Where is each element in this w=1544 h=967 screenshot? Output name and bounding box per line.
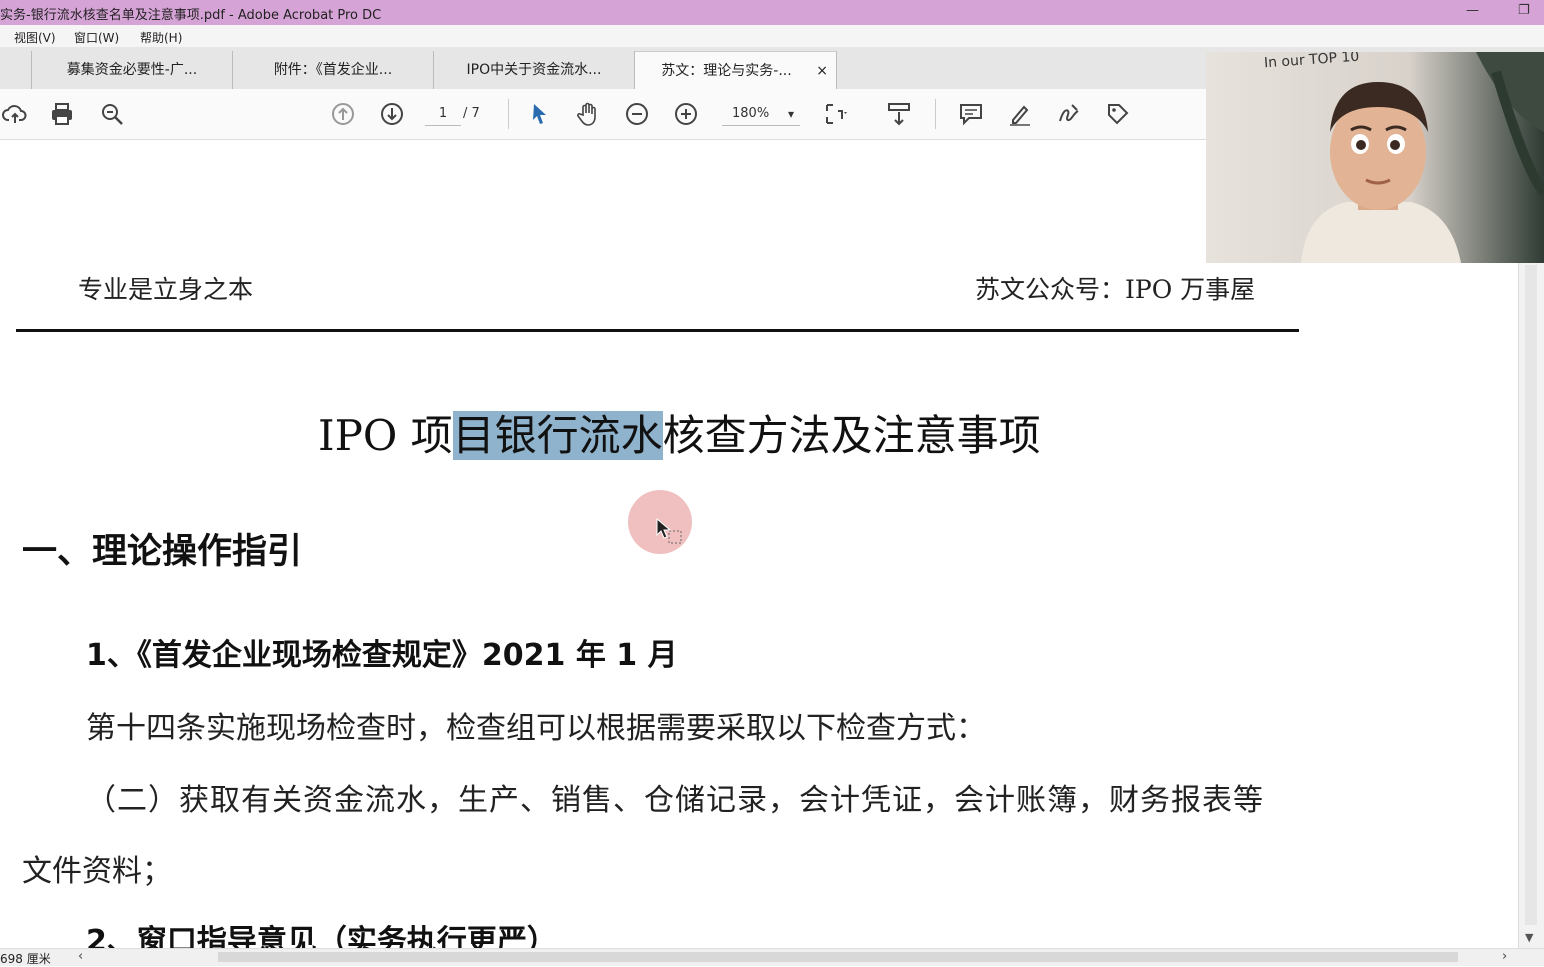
tab-label: IPO中关于资金流水... xyxy=(466,62,602,78)
tab-document-1[interactable]: 募集资金必要性-广... xyxy=(32,51,233,89)
page-header-left: 专业是立身之本 xyxy=(78,275,254,304)
select-arrow-icon[interactable] xyxy=(527,101,553,127)
presenter-avatar-image xyxy=(1301,52,1544,263)
horizontal-scrollbar-thumb[interactable] xyxy=(218,952,1458,962)
toolbar-divider xyxy=(508,99,509,129)
zoom-value: 180% xyxy=(732,106,770,121)
minimize-button[interactable]: — xyxy=(1466,3,1479,18)
item-heading-2: 2、窗口指导意见（实务执行更严） xyxy=(86,924,557,948)
page-total: / 7 xyxy=(463,106,480,121)
window-titlebar: 实务-银行流水核查名单及注意事项.pdf - Adobe Acrobat Pro… xyxy=(0,0,1544,25)
menu-window[interactable]: 窗口(W) xyxy=(74,29,119,46)
chevron-down-icon[interactable]: ▼ xyxy=(1525,931,1533,944)
prev-page-icon[interactable] xyxy=(330,101,356,127)
tab-close-icon[interactable]: × xyxy=(816,52,828,90)
tab-label: 苏文：理论与实务-... xyxy=(661,63,792,79)
menu-view[interactable]: 视图(V) xyxy=(14,29,56,46)
tab-document-4-active[interactable]: 苏文：理论与实务-... × xyxy=(635,51,837,89)
title-text-start: IPO 项 xyxy=(318,411,453,460)
header-rule xyxy=(16,329,1299,332)
page-size-readout: 698 厘米 xyxy=(0,952,51,966)
print-icon[interactable] xyxy=(49,101,75,127)
upload-cloud-icon[interactable] xyxy=(2,101,28,127)
next-page-icon[interactable] xyxy=(379,101,405,127)
page-header-right: 苏文公众号：IPO 万事屋 xyxy=(975,275,1256,304)
chevron-down-icon: ▾ xyxy=(787,107,794,121)
scroll-mode-icon[interactable] xyxy=(886,101,912,127)
fit-page-icon[interactable] xyxy=(822,101,848,127)
toolbar-divider xyxy=(935,99,936,129)
status-bar: 698 厘米 ‹ › xyxy=(0,948,1544,966)
item-heading-1: 1、《首发企业现场检查规定》2021 年 1 月 xyxy=(86,638,678,673)
restore-button[interactable]: ❐ xyxy=(1518,3,1530,18)
title-text-selection: 目银行流水 xyxy=(452,411,663,460)
tab-document-2[interactable]: 附件：《首发企业... xyxy=(233,51,434,89)
sign-icon[interactable] xyxy=(1056,101,1082,127)
menu-bar: 视图(V) 窗口(W) 帮助(H) xyxy=(0,25,1544,47)
window-title: 实务-银行流水核查名单及注意事项.pdf - Adobe Acrobat Pro… xyxy=(0,8,382,23)
tab-label: 募集资金必要性-广... xyxy=(66,62,198,78)
scroll-left-icon[interactable]: ‹ xyxy=(78,949,83,964)
paragraph-1: 第十四条实施现场检查时，检查组可以根据需要采取以下检查方式： xyxy=(86,711,986,746)
section-heading-1: 一、理论操作指引 xyxy=(22,532,303,572)
tab-overflow[interactable] xyxy=(0,51,32,89)
zoom-in-icon[interactable] xyxy=(673,101,699,127)
paragraph-2: （二）获取有关资金流水，生产、销售、仓储记录，会计凭证，会计账簿，财务报表等 xyxy=(86,783,1264,818)
document-title: IPO 项目银行流水核查方法及注意事项 xyxy=(318,402,1041,463)
webcam-overlay: In our TOP 10 xyxy=(1206,52,1544,263)
zoom-out-icon[interactable] xyxy=(624,101,650,127)
zoom-level-dropdown[interactable]: 180% ▾ xyxy=(722,103,800,126)
page-number-input[interactable]: 1 xyxy=(425,103,461,126)
paragraph-3: 文件资料； xyxy=(22,854,172,889)
scrollbar-thumb[interactable] xyxy=(1525,265,1537,925)
highlight-pen-icon[interactable] xyxy=(1007,101,1033,127)
edit-tag-icon[interactable] xyxy=(1105,101,1131,127)
menu-help[interactable]: 帮助(H) xyxy=(140,29,182,46)
title-text-end: 核查方法及注意事项 xyxy=(662,411,1041,460)
hand-icon[interactable] xyxy=(575,101,601,127)
mouse-cursor-icon xyxy=(655,517,685,551)
tab-document-3[interactable]: IPO中关于资金流水... xyxy=(434,51,635,89)
tab-label: 附件：《首发企业... xyxy=(273,62,393,78)
search-zoom-icon[interactable] xyxy=(99,101,125,127)
scroll-right-icon[interactable]: › xyxy=(1502,949,1507,964)
comment-icon[interactable] xyxy=(958,101,984,127)
